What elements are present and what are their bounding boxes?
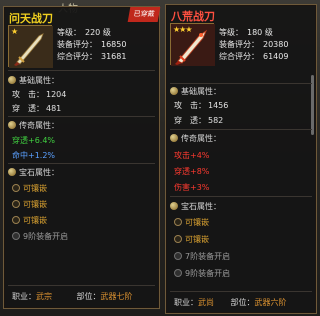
gem-socket-locked: 9阶装备开启 [12, 231, 68, 242]
slot-value: 武器六阶 [254, 298, 287, 307]
total-score-stat: 综合评分： 61409 [219, 52, 289, 61]
socket-icon [12, 216, 20, 224]
bullet-icon [8, 76, 16, 84]
locked-socket-icon [174, 269, 182, 277]
star-rating: ★ [11, 27, 18, 36]
job-value: 武宗 [36, 292, 52, 301]
gem-socket[interactable]: 可镶嵌 [12, 199, 47, 210]
gem-socket[interactable]: 可镶嵌 [174, 217, 209, 228]
locked-socket-icon [12, 232, 20, 240]
penetration-row: 穿 透： 481 [12, 104, 62, 113]
basic-attributes-header: 基础属性： [170, 86, 221, 97]
gem-socket[interactable]: 可镶嵌 [12, 215, 47, 226]
basic-attributes-header: 基础属性： [8, 75, 59, 86]
bullet-icon [8, 168, 16, 176]
legendary-stat: 穿透+6.4% [12, 136, 56, 145]
level-stat: 等级： 220 级 [57, 28, 111, 37]
gem-socket-locked: 7阶装备开启 [174, 251, 230, 262]
socket-icon [174, 235, 182, 243]
compared-item-tooltip: 八荒战刀 ★★★ 等级： 180 级 装备评分： 20380 综合评分： 61409 … [165, 4, 317, 314]
legendary-stat: 穿透+8% [174, 167, 210, 176]
gem-socket[interactable]: 可镶嵌 [174, 234, 209, 245]
item-name: 八荒战刀 [171, 10, 215, 23]
total-score-stat: 综合评分： 31681 [57, 52, 127, 61]
gem-socket[interactable]: 可镶嵌 [12, 183, 47, 194]
socket-icon [12, 200, 20, 208]
legendary-attributes-header: 传奇属性： [170, 133, 221, 144]
item-name: 问天战刀 [9, 12, 53, 25]
gem-attributes-header: 宝石属性： [170, 201, 221, 212]
job-value: 武尚 [198, 298, 214, 307]
bullet-icon [170, 87, 178, 95]
locked-socket-icon [174, 252, 182, 260]
penetration-row: 穿 透： 582 [174, 116, 224, 125]
socket-icon [174, 218, 182, 226]
bullet-icon [8, 121, 16, 129]
gem-socket-locked: 9阶装备开启 [174, 268, 230, 279]
bullet-icon [170, 134, 178, 142]
level-stat: 等级： 180 级 [219, 28, 273, 37]
gear-score-stat: 装备评分： 20380 [219, 40, 289, 49]
legendary-stat: 伤害+3% [174, 183, 210, 192]
bullet-icon [170, 202, 178, 210]
equipped-item-tooltip: 问天战刀 已穿戴 ★ 等级： 220 级 装备评分： 16850 综合评分： 3168… [3, 6, 161, 309]
scrollbar[interactable] [311, 75, 314, 135]
attack-row: 攻 击： 1456 [174, 101, 229, 110]
equipped-badge: 已穿戴 [127, 7, 161, 22]
star-rating: ★★★ [173, 25, 192, 34]
gear-score-stat: 装备评分： 16850 [57, 40, 127, 49]
legendary-stat: 攻击+4% [174, 151, 210, 160]
legendary-attributes-header: 传奇属性： [8, 120, 59, 131]
slot-value: 武器七阶 [100, 292, 133, 301]
weapon-icon: ★ [8, 25, 53, 68]
socket-icon [12, 184, 20, 192]
gem-attributes-header: 宝石属性： [8, 167, 59, 178]
item-footer: 职业：武尚 部位：武器六阶 [174, 298, 287, 307]
attack-row: 攻 击： 1204 [12, 90, 67, 99]
item-footer: 职业：武宗 部位：武器七阶 [12, 292, 133, 301]
weapon-icon: ★★★ [170, 23, 215, 66]
legendary-stat: 命中+1.2% [12, 151, 56, 160]
